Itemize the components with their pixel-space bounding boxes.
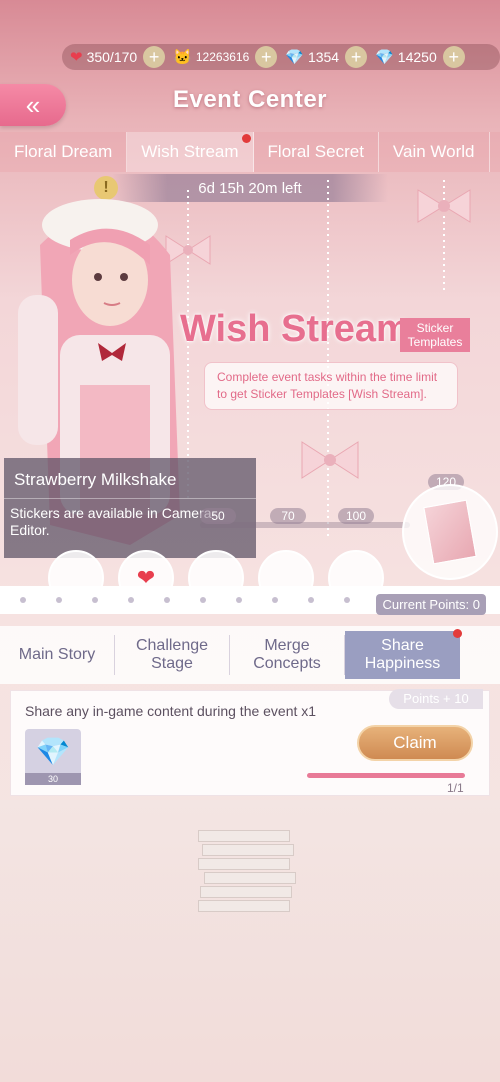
- tab-main-story[interactable]: Main Story: [0, 635, 115, 675]
- diamonds-value: 14250: [397, 49, 437, 65]
- milestone-label: 70: [270, 508, 306, 524]
- task-category-tabs: Main Story Challenge Stage Merge Concept…: [0, 626, 500, 684]
- page-title: Event Center: [172, 86, 328, 113]
- dot-decoration: [272, 597, 278, 603]
- tab-floral-dream[interactable]: Floral Dream: [0, 132, 128, 172]
- tab-wish-stream-label: Wish Stream: [141, 142, 239, 161]
- heart-icon: ❤: [70, 49, 83, 66]
- tab-share-happiness[interactable]: Share Happiness: [345, 629, 462, 679]
- task-progress-text: 1/1: [447, 781, 464, 795]
- hearts-value: 350/170: [86, 49, 138, 65]
- resource-diamonds: 💎 14250 +: [375, 46, 465, 68]
- claim-button[interactable]: Claim: [357, 725, 473, 761]
- task-card: Points + 10 Share any in-game content du…: [10, 689, 490, 796]
- tab-merge-concepts[interactable]: Merge Concepts: [230, 635, 345, 675]
- sticker-templates-tag: Sticker Templates: [400, 318, 470, 352]
- dot-decoration: [344, 597, 350, 603]
- tab-vain-world[interactable]: Vain World: [379, 132, 490, 172]
- notification-dot: [453, 629, 462, 638]
- crystals-value: 1354: [307, 49, 340, 65]
- diamond-icon: 💎: [35, 736, 71, 767]
- points-badge: Points + 10: [389, 689, 483, 709]
- book-decoration: [202, 844, 294, 856]
- book-decoration: [198, 830, 290, 842]
- dot-decoration: [236, 597, 242, 603]
- task-reward-count: 30: [25, 773, 81, 785]
- book-decoration: [198, 900, 290, 912]
- current-points: Current Points: 0: [376, 594, 486, 615]
- dot-decoration: [92, 597, 98, 603]
- add-coins-button[interactable]: +: [255, 46, 278, 68]
- event-tabs: Floral Dream Wish Stream Floral Secret V…: [0, 132, 500, 172]
- bow-icon: [301, 441, 359, 479]
- add-diamonds-button[interactable]: +: [442, 46, 465, 68]
- add-hearts-button[interactable]: +: [143, 46, 166, 68]
- diamond-icon: 💎: [375, 49, 394, 66]
- event-title: Wish Stream: [180, 308, 410, 350]
- book-decoration: [204, 872, 296, 884]
- resource-hearts: ❤ 350/170 +: [70, 46, 166, 68]
- dot-decoration: [308, 597, 314, 603]
- dot-decoration: [164, 597, 170, 603]
- dot-decoration: [20, 597, 26, 603]
- coins-value: 12263616: [195, 50, 250, 64]
- dot-decoration: [56, 597, 62, 603]
- crystal-icon: 💎: [285, 49, 304, 66]
- resource-bar: ❤ 350/170 + 🐱 12263616 + 💎 1354 + 💎 1425…: [62, 44, 500, 70]
- tab-challenge-stage[interactable]: Challenge Stage: [115, 635, 230, 675]
- event-description: Complete event tasks within the time lim…: [204, 362, 458, 410]
- book-stack-decoration: [198, 820, 298, 920]
- cat-coin-icon: 🐱: [173, 49, 192, 66]
- dot-decoration: [200, 597, 206, 603]
- task-progress-bar: [307, 773, 465, 778]
- dot-decoration: [128, 597, 134, 603]
- item-name: Strawberry Milkshake: [4, 458, 256, 499]
- notification-dot: [241, 134, 251, 143]
- resource-coins: 🐱 12263616 +: [173, 46, 278, 68]
- milestone-label: 50: [200, 508, 236, 524]
- tab-floral-secret[interactable]: Floral Secret: [254, 132, 379, 172]
- book-decoration: [200, 886, 292, 898]
- add-crystals-button[interactable]: +: [345, 46, 368, 68]
- tab-share-happiness-label: Share Happiness: [364, 636, 441, 672]
- milestone-label: 100: [338, 508, 374, 524]
- book-decoration: [198, 858, 290, 870]
- tab-wish-stream[interactable]: Wish Stream: [127, 132, 254, 172]
- task-description: Share any in-game content during the eve…: [25, 703, 317, 719]
- resource-crystals: 💎 1354 +: [285, 46, 368, 68]
